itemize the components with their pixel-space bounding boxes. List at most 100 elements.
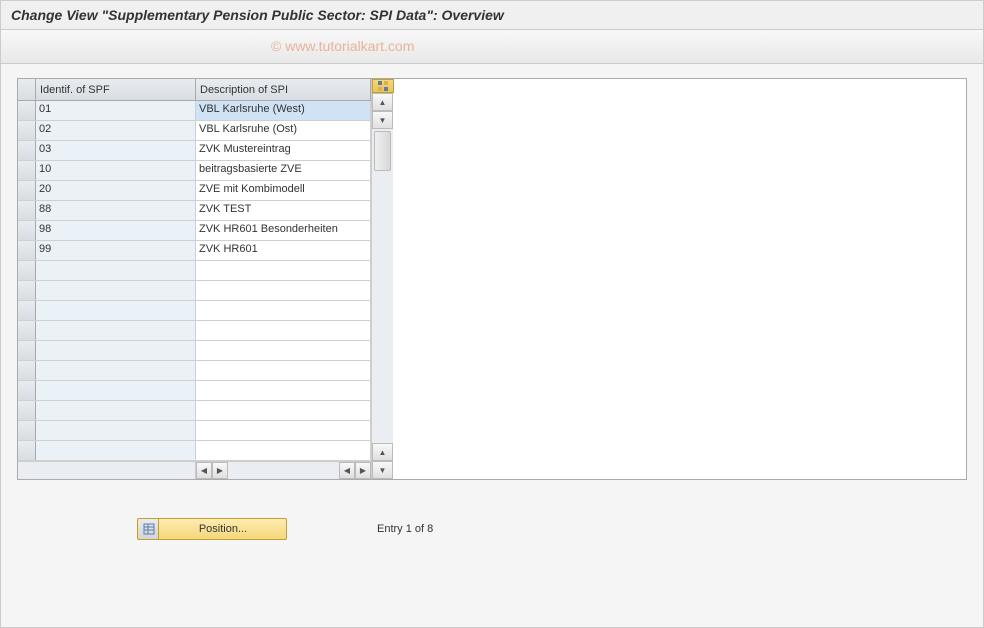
vscroll-track[interactable] (372, 173, 393, 443)
description-cell[interactable]: ZVE mit Kombimodell (196, 181, 371, 200)
description-cell[interactable]: VBL Karlsruhe (Ost) (196, 121, 371, 140)
identif-cell[interactable] (36, 261, 196, 280)
identif-cell[interactable] (36, 381, 196, 400)
table-row-empty[interactable] (18, 261, 371, 281)
identif-cell[interactable] (36, 401, 196, 420)
row-selector[interactable] (18, 201, 36, 220)
description-cell[interactable] (196, 341, 371, 360)
table-row-empty[interactable] (18, 321, 371, 341)
column-header-description[interactable]: Description of SPI (196, 79, 371, 100)
table-row-empty[interactable] (18, 281, 371, 301)
table-row[interactable]: 02VBL Karlsruhe (Ost) (18, 121, 371, 141)
table-row-empty[interactable] (18, 421, 371, 441)
description-cell[interactable] (196, 381, 371, 400)
vscroll-up-icon[interactable]: ▲ (372, 93, 393, 111)
row-selector[interactable] (18, 361, 36, 380)
footer-section: Position... Entry 1 of 8 (17, 518, 967, 540)
hscroll-right2-icon[interactable]: ▶ (355, 462, 371, 479)
hscroll-track[interactable] (228, 462, 339, 479)
row-selector[interactable] (18, 221, 36, 240)
row-selector[interactable] (18, 321, 36, 340)
table-row[interactable]: 98ZVK HR601 Besonderheiten (18, 221, 371, 241)
description-cell[interactable] (196, 321, 371, 340)
row-selector-header[interactable] (18, 79, 36, 100)
vscroll-up2-icon[interactable]: ▲ (372, 443, 393, 461)
watermark-text: © www.tutorialkart.com (271, 38, 414, 54)
description-cell[interactable] (196, 281, 371, 300)
row-selector[interactable] (18, 261, 36, 280)
row-selector[interactable] (18, 101, 36, 120)
vertical-scrollbar[interactable]: ▲ ▼ ▲ ▼ (371, 79, 393, 479)
position-icon (139, 519, 159, 539)
row-selector[interactable] (18, 141, 36, 160)
table-row[interactable]: 10beitragsbasierte ZVE (18, 161, 371, 181)
description-cell[interactable]: VBL Karlsruhe (West) (196, 101, 371, 120)
description-cell[interactable] (196, 301, 371, 320)
content-area: Identif. of SPF Description of SPI 01VBL… (1, 64, 983, 554)
hscroll-left2-icon[interactable]: ◀ (339, 462, 355, 479)
description-cell[interactable]: beitragsbasierte ZVE (196, 161, 371, 180)
table-body: 01VBL Karlsruhe (West)02VBL Karlsruhe (O… (18, 101, 371, 461)
identif-cell[interactable] (36, 321, 196, 340)
table-row-empty[interactable] (18, 441, 371, 461)
table-row-empty[interactable] (18, 341, 371, 361)
row-selector[interactable] (18, 121, 36, 140)
identif-cell[interactable] (36, 441, 196, 460)
row-selector[interactable] (18, 381, 36, 400)
table-row[interactable]: 99ZVK HR601 (18, 241, 371, 261)
description-cell[interactable]: ZVK HR601 (196, 241, 371, 260)
row-selector[interactable] (18, 301, 36, 320)
row-selector[interactable] (18, 421, 36, 440)
description-cell[interactable] (196, 401, 371, 420)
data-table-container: Identif. of SPF Description of SPI 01VBL… (17, 78, 967, 480)
data-table: Identif. of SPF Description of SPI 01VBL… (18, 79, 371, 479)
identif-cell[interactable]: 03 (36, 141, 196, 160)
identif-cell[interactable]: 98 (36, 221, 196, 240)
description-cell[interactable]: ZVK TEST (196, 201, 371, 220)
identif-cell[interactable]: 99 (36, 241, 196, 260)
row-selector[interactable] (18, 281, 36, 300)
description-cell[interactable] (196, 361, 371, 380)
identif-cell[interactable]: 02 (36, 121, 196, 140)
identif-cell[interactable]: 01 (36, 101, 196, 120)
description-cell[interactable]: ZVK Mustereintrag (196, 141, 371, 160)
identif-cell[interactable] (36, 341, 196, 360)
row-selector[interactable] (18, 241, 36, 260)
identif-cell[interactable]: 20 (36, 181, 196, 200)
identif-cell[interactable]: 88 (36, 201, 196, 220)
position-button[interactable]: Position... (137, 518, 287, 540)
identif-cell[interactable] (36, 361, 196, 380)
toolbar: © www.tutorialkart.com (1, 30, 983, 64)
description-cell[interactable] (196, 441, 371, 460)
hscroll-left-icon[interactable]: ◀ (196, 462, 212, 479)
table-row[interactable]: 88ZVK TEST (18, 201, 371, 221)
description-cell[interactable] (196, 421, 371, 440)
grid-icon (143, 523, 155, 535)
table-row-empty[interactable] (18, 301, 371, 321)
table-row[interactable]: 20ZVE mit Kombimodell (18, 181, 371, 201)
table-settings-button[interactable] (372, 79, 394, 93)
title-text: Change View "Supplementary Pension Publi… (11, 7, 504, 23)
table-row-empty[interactable] (18, 361, 371, 381)
identif-cell[interactable] (36, 421, 196, 440)
row-selector[interactable] (18, 161, 36, 180)
identif-cell[interactable]: 10 (36, 161, 196, 180)
table-row-empty[interactable] (18, 401, 371, 421)
row-selector[interactable] (18, 401, 36, 420)
column-header-identif[interactable]: Identif. of SPF (36, 79, 196, 100)
table-row[interactable]: 03ZVK Mustereintrag (18, 141, 371, 161)
vscroll-down2-icon[interactable]: ▼ (372, 461, 393, 479)
horizontal-scrollbar[interactable]: ◀ ▶ ◀ ▶ (18, 461, 371, 479)
vscroll-thumb[interactable] (374, 131, 391, 171)
table-row[interactable]: 01VBL Karlsruhe (West) (18, 101, 371, 121)
row-selector[interactable] (18, 341, 36, 360)
table-row-empty[interactable] (18, 381, 371, 401)
identif-cell[interactable] (36, 281, 196, 300)
row-selector[interactable] (18, 441, 36, 460)
description-cell[interactable] (196, 261, 371, 280)
vscroll-down-icon[interactable]: ▼ (372, 111, 393, 129)
identif-cell[interactable] (36, 301, 196, 320)
hscroll-right-icon[interactable]: ▶ (212, 462, 228, 479)
description-cell[interactable]: ZVK HR601 Besonderheiten (196, 221, 371, 240)
row-selector[interactable] (18, 181, 36, 200)
